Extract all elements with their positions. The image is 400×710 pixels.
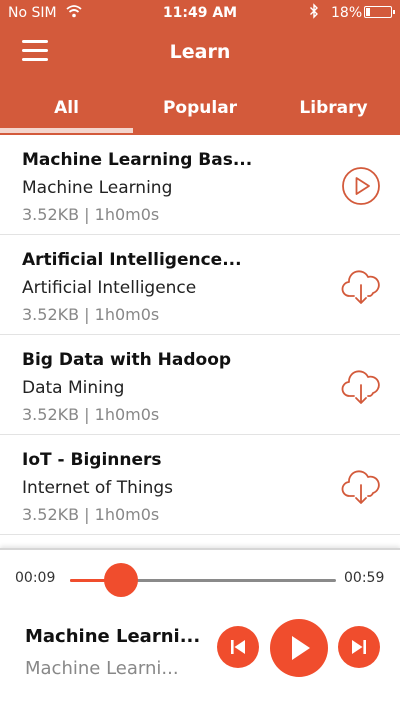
list-item[interactable]: Artificial Intelligence... Artificial In… — [0, 235, 400, 335]
page-title: Learn — [169, 41, 231, 63]
item-title: IoT - Biginners — [22, 450, 162, 470]
next-button[interactable] — [338, 626, 380, 668]
audio-player: 00:09 00:59 Machine Learni... Machine Le… — [0, 548, 400, 710]
total-time: 00:59 — [344, 570, 385, 586]
battery-icon — [364, 6, 395, 18]
lesson-list: Machine Learning Bas... Machine Learning… — [0, 135, 400, 535]
status-bar: No SIM 11:49 AM 18% — [0, 0, 400, 26]
skip-forward-icon — [352, 640, 366, 654]
bluetooth-icon — [310, 3, 318, 19]
list-item[interactable]: IoT - Biginners Internet of Things 3.52K… — [0, 435, 400, 535]
item-category: Machine Learning — [22, 178, 173, 198]
item-meta: 3.52KB | 1h0m0s — [22, 405, 160, 424]
previous-button[interactable] — [217, 626, 259, 668]
list-item[interactable]: Machine Learning Bas... Machine Learning… — [0, 135, 400, 235]
cloud-download-icon[interactable] — [340, 265, 382, 307]
cloud-download-icon[interactable] — [340, 465, 382, 507]
item-category: Artificial Intelligence — [22, 278, 197, 298]
item-title: Big Data with Hadoop — [22, 350, 232, 370]
skip-back-icon — [231, 640, 245, 654]
item-meta: 3.52KB | 1h0m0s — [22, 505, 160, 524]
tab-popular[interactable]: Popular — [133, 88, 267, 128]
play-button[interactable] — [270, 619, 328, 677]
progress-thumb[interactable] — [104, 563, 138, 597]
item-category: Internet of Things — [22, 478, 173, 498]
item-category: Data Mining — [22, 378, 125, 398]
tab-indicator — [0, 128, 133, 133]
current-time: 00:09 — [15, 570, 56, 586]
tab-library[interactable]: Library — [267, 88, 400, 128]
item-title: Machine Learning Bas... — [22, 150, 253, 170]
top-bar: No SIM 11:49 AM 18% Learn All Popular Li… — [0, 0, 400, 135]
tab-all[interactable]: All — [0, 88, 133, 128]
item-title: Artificial Intelligence... — [22, 250, 242, 270]
now-playing-subtitle: Machine Learni... — [25, 658, 179, 679]
play-icon — [292, 636, 310, 660]
battery-percent: 18% — [331, 5, 363, 21]
list-item[interactable]: Big Data with Hadoop Data Mining 3.52KB … — [0, 335, 400, 435]
item-meta: 3.52KB | 1h0m0s — [22, 305, 160, 324]
cloud-download-icon[interactable] — [340, 365, 382, 407]
now-playing-title: Machine Learni... — [25, 626, 201, 647]
player-divider — [0, 548, 400, 550]
play-circle-icon[interactable] — [340, 165, 382, 207]
item-meta: 3.52KB | 1h0m0s — [22, 205, 160, 224]
